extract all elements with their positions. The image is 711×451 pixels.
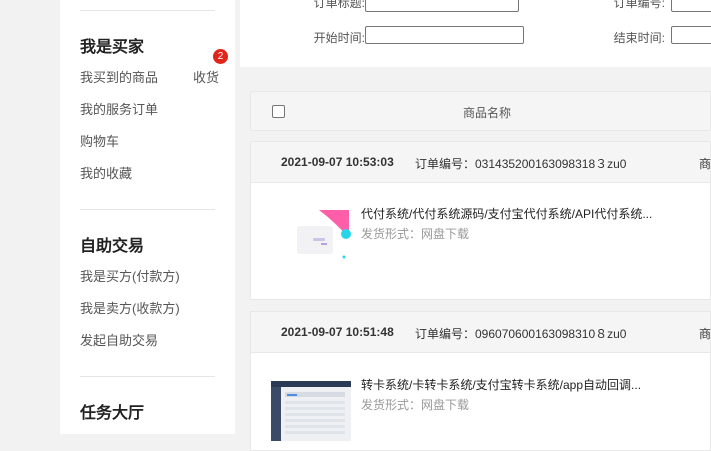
sidebar-item-cart[interactable]: 购物车 <box>80 131 119 150</box>
order-header: 2021-09-07 10:51:48 订单编号：096070600163098… <box>251 312 711 353</box>
order-header-extra: 商 <box>699 327 711 341</box>
order-title-label: 订单标题: <box>313 0 365 10</box>
sidebar-item-receive[interactable]: 收货 <box>193 67 219 86</box>
product-thumbnail-image <box>291 208 351 263</box>
sidebar-item-service-orders[interactable]: 我的服务订单 <box>80 99 158 118</box>
sidebar-item-favorites[interactable]: 我的收藏 <box>80 163 132 182</box>
order-header: 2021-09-07 10:53:03 订单编号：031435200163098… <box>251 142 711 183</box>
column-header-product-name: 商品名称 <box>463 106 512 120</box>
sidebar-item-purchased[interactable]: 我买到的商品 <box>80 67 158 86</box>
order-card: 2021-09-07 10:53:03 订单编号：031435200163098… <box>250 141 711 300</box>
receive-count-badge: 2 <box>213 49 228 64</box>
order-date: 2021-09-07 10:53:03 <box>281 155 394 169</box>
product-title-link[interactable]: 转卡系统/卡转卡系统/支付宝转卡系统/app自动回调... <box>361 376 641 393</box>
sidebar-divider <box>80 209 215 210</box>
sidebar-section-title-tasks: 任务大厅 <box>80 405 145 422</box>
filter-panel: 订单标题: 订单编号: 开始时间: 结束时间: <box>240 0 711 67</box>
sidebar: 我是买家 我买到的商品 收货 2 我的服务订单 购物车 我的收藏 自助交易 我是… <box>60 0 235 434</box>
order-number: 订单编号：031435200163098318３zu0 <box>415 157 627 171</box>
shipping-method: 发货形式：网盘下载 <box>361 227 470 241</box>
order-no-label: 订单编号: <box>613 0 665 10</box>
shipping-method: 发货形式：网盘下载 <box>361 398 470 412</box>
sidebar-item-start-trade[interactable]: 发起自助交易 <box>80 330 158 349</box>
sidebar-section-title-buyer: 我是买家 <box>80 39 145 56</box>
product-thumbnail[interactable] <box>271 381 351 441</box>
start-time-input[interactable] <box>365 26 524 44</box>
order-card: 2021-09-07 10:51:48 订单编号：096070600163098… <box>250 311 711 451</box>
table-header: 商品名称 <box>250 91 711 131</box>
sidebar-section-title-trade: 自助交易 <box>80 238 145 255</box>
order-date: 2021-09-07 10:51:48 <box>281 325 394 339</box>
end-time-input[interactable] <box>671 26 711 44</box>
select-all-checkbox[interactable] <box>272 105 285 118</box>
order-no-input[interactable] <box>671 0 711 12</box>
start-time-label: 开始时间: <box>313 31 365 45</box>
order-header-extra: 商 <box>699 157 711 171</box>
product-title-link[interactable]: 代付系统/代付系统源码/支付宝代付系统/API代付系统... <box>361 205 652 222</box>
sidebar-item-payee[interactable]: 我是卖方(收款方) <box>80 298 180 317</box>
product-thumbnail-image <box>271 381 351 441</box>
end-time-label: 结束时间: <box>613 31 665 45</box>
sidebar-divider <box>80 10 215 11</box>
sidebar-divider <box>80 376 215 377</box>
order-number: 订单编号：096070600163098310８zu0 <box>415 327 627 341</box>
order-title-input[interactable] <box>365 0 519 12</box>
product-thumbnail[interactable] <box>291 208 351 263</box>
sidebar-item-payer[interactable]: 我是买方(付款方) <box>80 266 180 285</box>
